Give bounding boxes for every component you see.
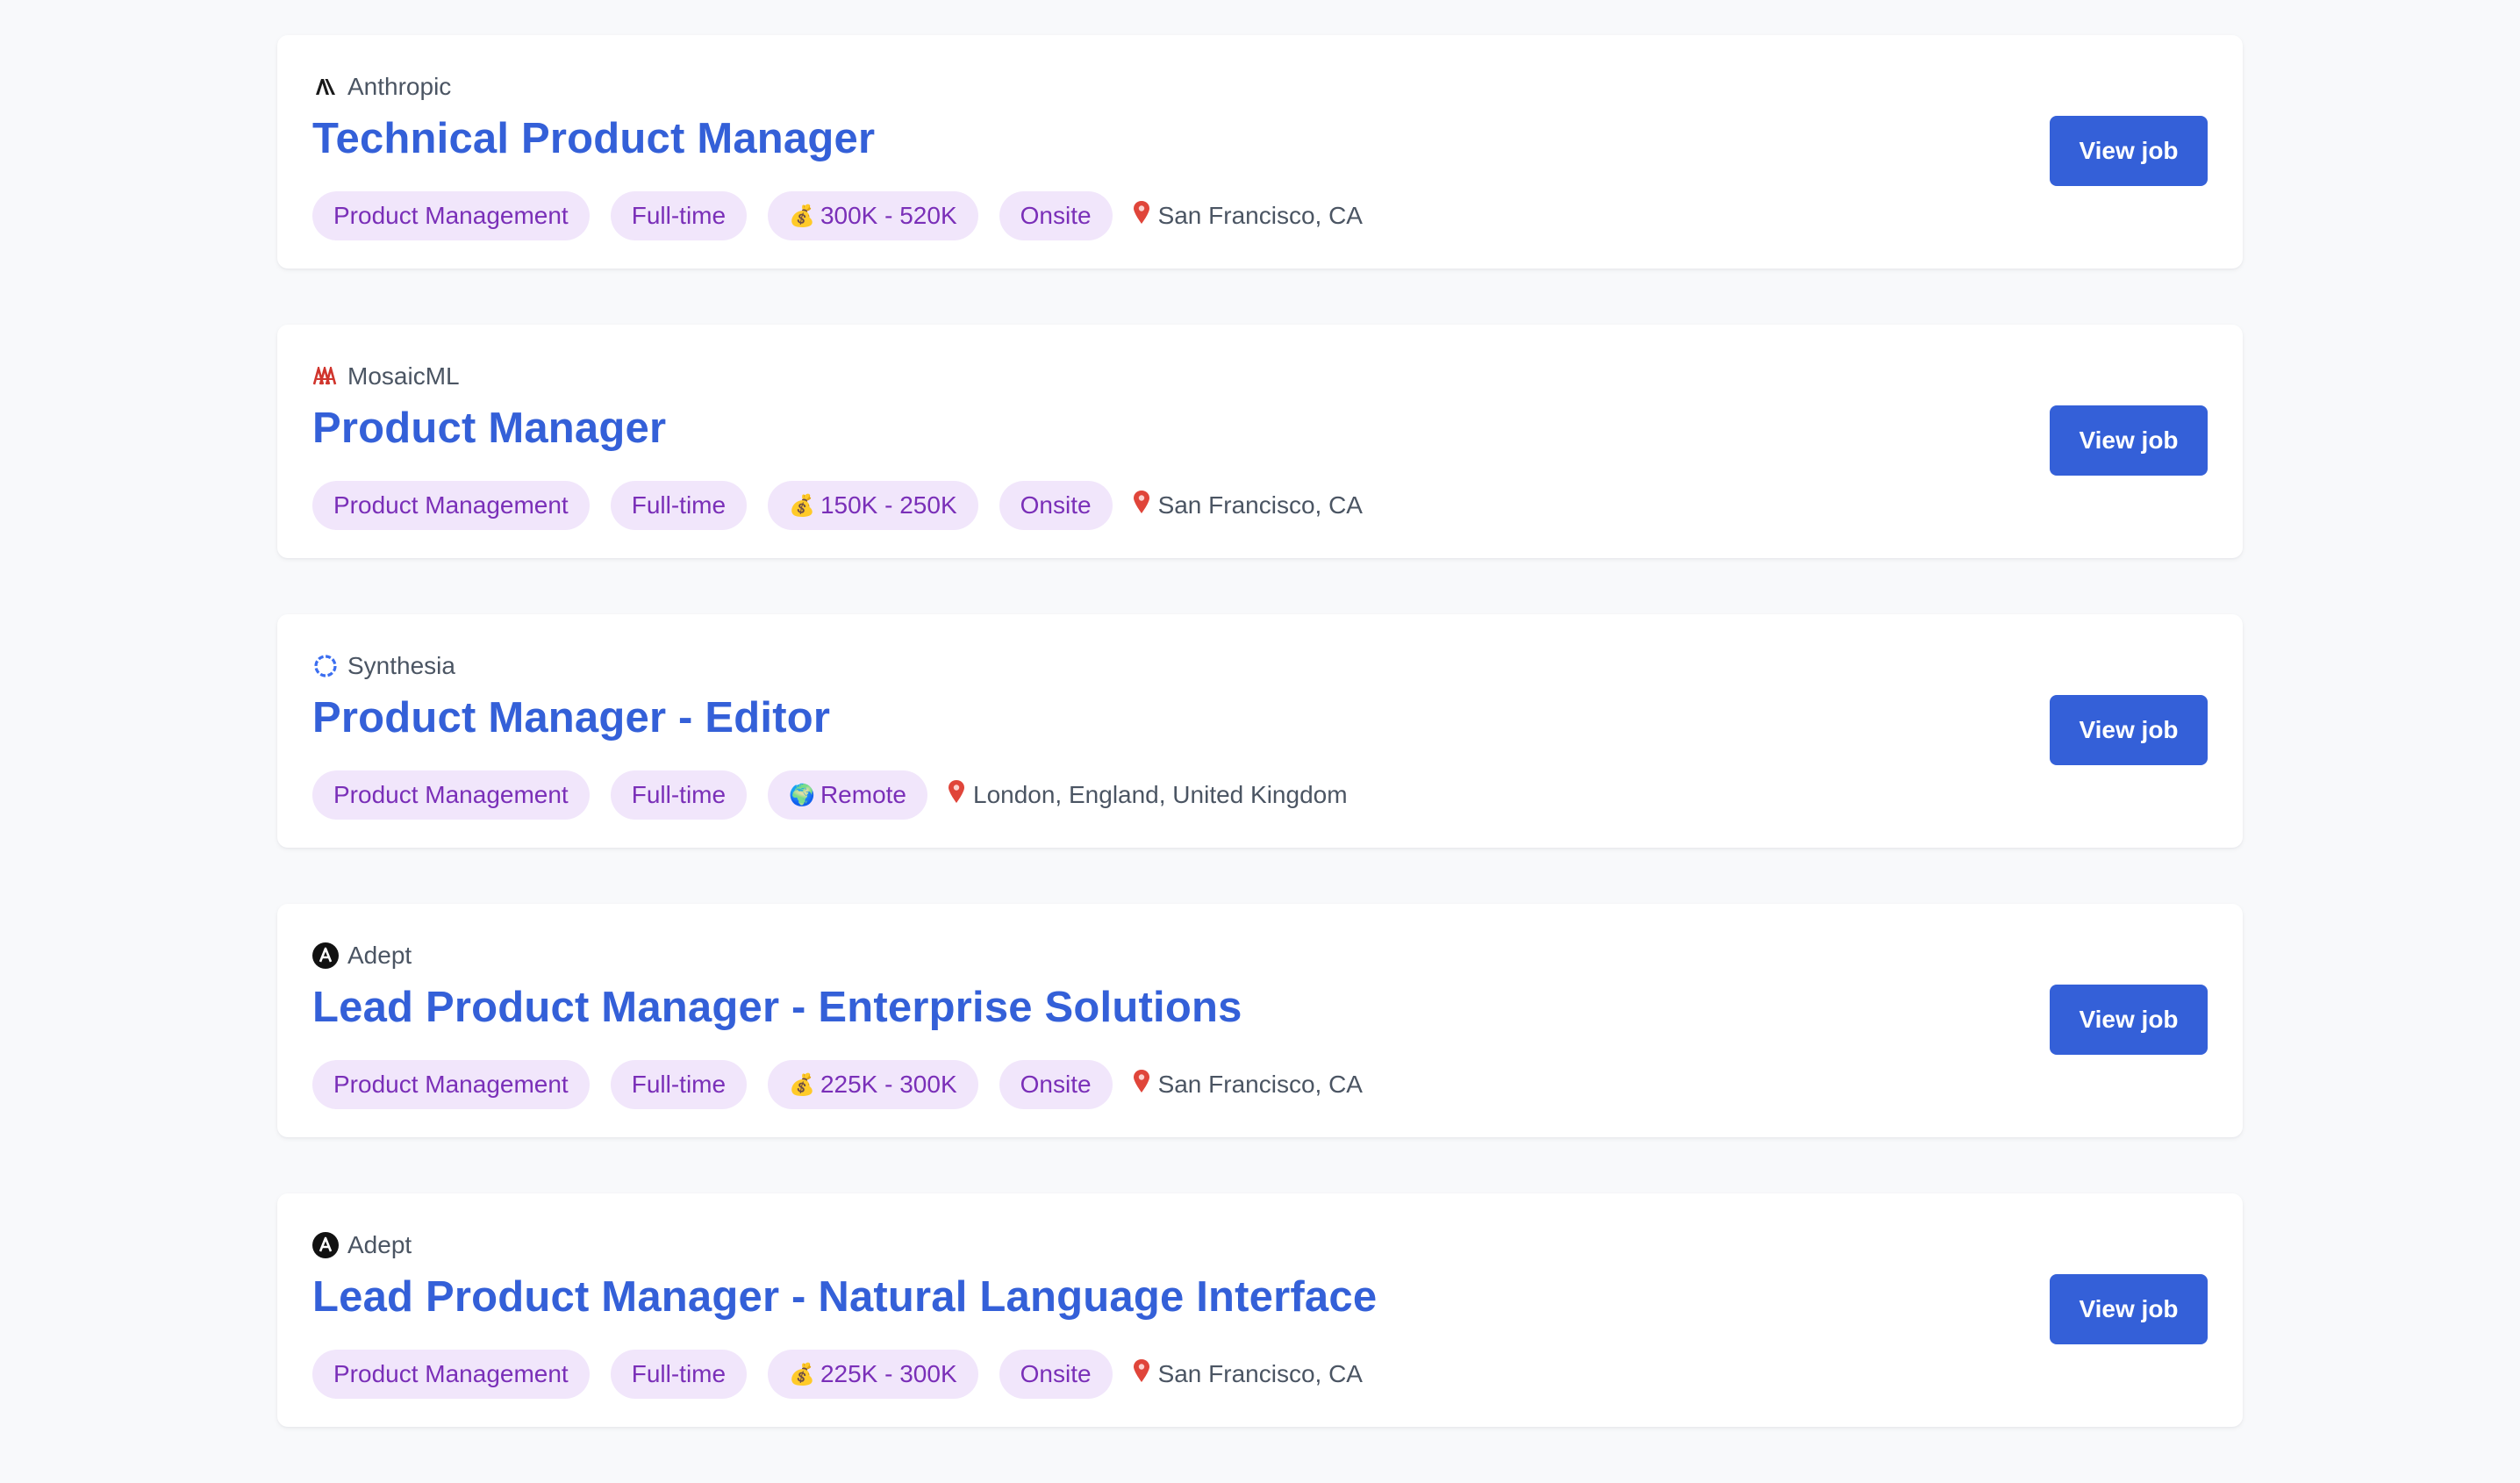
view-job-button[interactable]: View job [2050,405,2208,476]
view-job-button[interactable]: View job [2050,116,2208,186]
location-pin-icon [1132,490,1151,522]
job-card-1[interactable]: Anthropic Technical Product Manager Prod… [277,35,2243,269]
company-row: Adept [312,941,412,971]
job-title[interactable]: Product Manager [312,404,666,453]
job-tag: 💰 225K - 300K [768,1350,978,1399]
job-tag-label: 150K - 250K [820,491,957,519]
job-tag-label: Onsite [1020,1360,1092,1387]
job-tag-label: Product Management [333,1360,569,1387]
company-name: MosaicML [347,362,460,390]
view-job-button[interactable]: View job [2050,985,2208,1055]
view-job-button[interactable]: View job [2050,1274,2208,1344]
job-tag-label: Onsite [1020,491,1092,519]
company-name: Synthesia [347,652,455,679]
job-tag: Full-time [610,191,748,240]
company-name: Anthropic [347,73,452,100]
company-row: Synthesia [312,651,455,681]
job-card-5[interactable]: Adept Lead Product Manager - Natural Lan… [277,1193,2243,1427]
company-name: Adept [347,1231,412,1258]
location-pin-icon [1132,200,1151,233]
job-location: San Francisco, CA [1132,200,1363,233]
location-pin-icon [1132,1069,1151,1101]
job-title[interactable]: Product Manager - Editor [312,693,830,742]
tag-list: Product Management Full-time 💰 225K - 300K O… [312,1060,1363,1109]
job-tag: 💰 225K - 300K [768,1060,978,1109]
money-bag-icon: 💰 [789,493,815,518]
job-tag: Onsite [999,1350,1113,1399]
job-title[interactable]: Lead Product Manager - Natural Language … [312,1272,1377,1322]
job-tag: Product Management [312,770,590,820]
job-tag: Product Management [312,1060,590,1109]
job-tag-label: Product Management [333,202,569,229]
anthropic-logo-icon [312,74,339,100]
globe-icon: 🌍 [789,783,815,807]
job-tag-label: 225K - 300K [820,1071,957,1098]
job-card-3[interactable]: Synthesia Product Manager - Editor Produ… [277,614,2243,848]
job-tag: 💰 300K - 520K [768,191,978,240]
location-pin-icon [947,779,966,812]
job-card-4[interactable]: Adept Lead Product Manager - Enterprise … [277,904,2243,1137]
job-location-text: San Francisco, CA [1157,1071,1363,1098]
job-tag-label: Full-time [631,1360,727,1387]
job-tag: Onsite [999,191,1113,240]
synthesia-logo-icon [312,653,339,679]
tag-list: Product Management Full-time 🌍 Remote London… [312,770,1348,820]
job-tag-label: Full-time [631,491,727,519]
job-location: San Francisco, CA [1132,1069,1363,1101]
money-bag-icon: 💰 [789,204,815,228]
job-tag-label: Product Management [333,1071,569,1098]
job-tag: 🌍 Remote [768,770,927,820]
location-pin-icon [1132,1358,1151,1391]
job-location-text: San Francisco, CA [1157,202,1363,229]
company-row: MosaicML [312,362,460,391]
job-tag: Onsite [999,481,1113,530]
job-tag-label: 300K - 520K [820,202,957,229]
job-list: Anthropic Technical Product Manager Prod… [277,35,2243,1483]
company-name: Adept [347,942,412,969]
job-location-text: London, England, United Kingdom [973,781,1348,808]
tag-list: Product Management Full-time 💰 150K - 250K O… [312,481,1363,530]
adept-logo-icon [312,1232,339,1258]
adept-logo-icon [312,942,339,969]
job-tag: 💰 150K - 250K [768,481,978,530]
job-tag: Full-time [610,481,748,530]
job-tag-label: Product Management [333,491,569,519]
job-tag-label: Onsite [1020,202,1092,229]
job-tag-label: Full-time [631,781,727,808]
mosaicml-logo-icon [312,363,339,390]
job-location-text: San Francisco, CA [1157,491,1363,519]
job-tag-label: Onsite [1020,1071,1092,1098]
job-location: London, England, United Kingdom [947,779,1348,812]
tag-list: Product Management Full-time 💰 300K - 520K O… [312,191,1363,240]
job-tag: Product Management [312,1350,590,1399]
tag-list: Product Management Full-time 💰 225K - 300K O… [312,1350,1363,1399]
job-title[interactable]: Technical Product Manager [312,114,875,163]
job-card-2[interactable]: MosaicML Product Manager Product Managem… [277,325,2243,558]
job-tag: Onsite [999,1060,1113,1109]
job-location: San Francisco, CA [1132,1358,1363,1391]
job-tag: Full-time [610,770,748,820]
job-tag: Full-time [610,1060,748,1109]
company-row: Adept [312,1230,412,1260]
job-tag-label: Full-time [631,202,727,229]
job-location-text: San Francisco, CA [1157,1360,1363,1387]
job-tag-label: 225K - 300K [820,1360,957,1387]
job-tag-label: Remote [820,781,906,808]
money-bag-icon: 💰 [789,1072,815,1097]
view-job-button[interactable]: View job [2050,695,2208,765]
job-tag-label: Product Management [333,781,569,808]
job-tag: Full-time [610,1350,748,1399]
company-row: Anthropic [312,72,451,102]
job-location: San Francisco, CA [1132,490,1363,522]
job-tag-label: Full-time [631,1071,727,1098]
job-title[interactable]: Lead Product Manager - Enterprise Soluti… [312,983,1242,1032]
job-tag: Product Management [312,191,590,240]
job-tag: Product Management [312,481,590,530]
